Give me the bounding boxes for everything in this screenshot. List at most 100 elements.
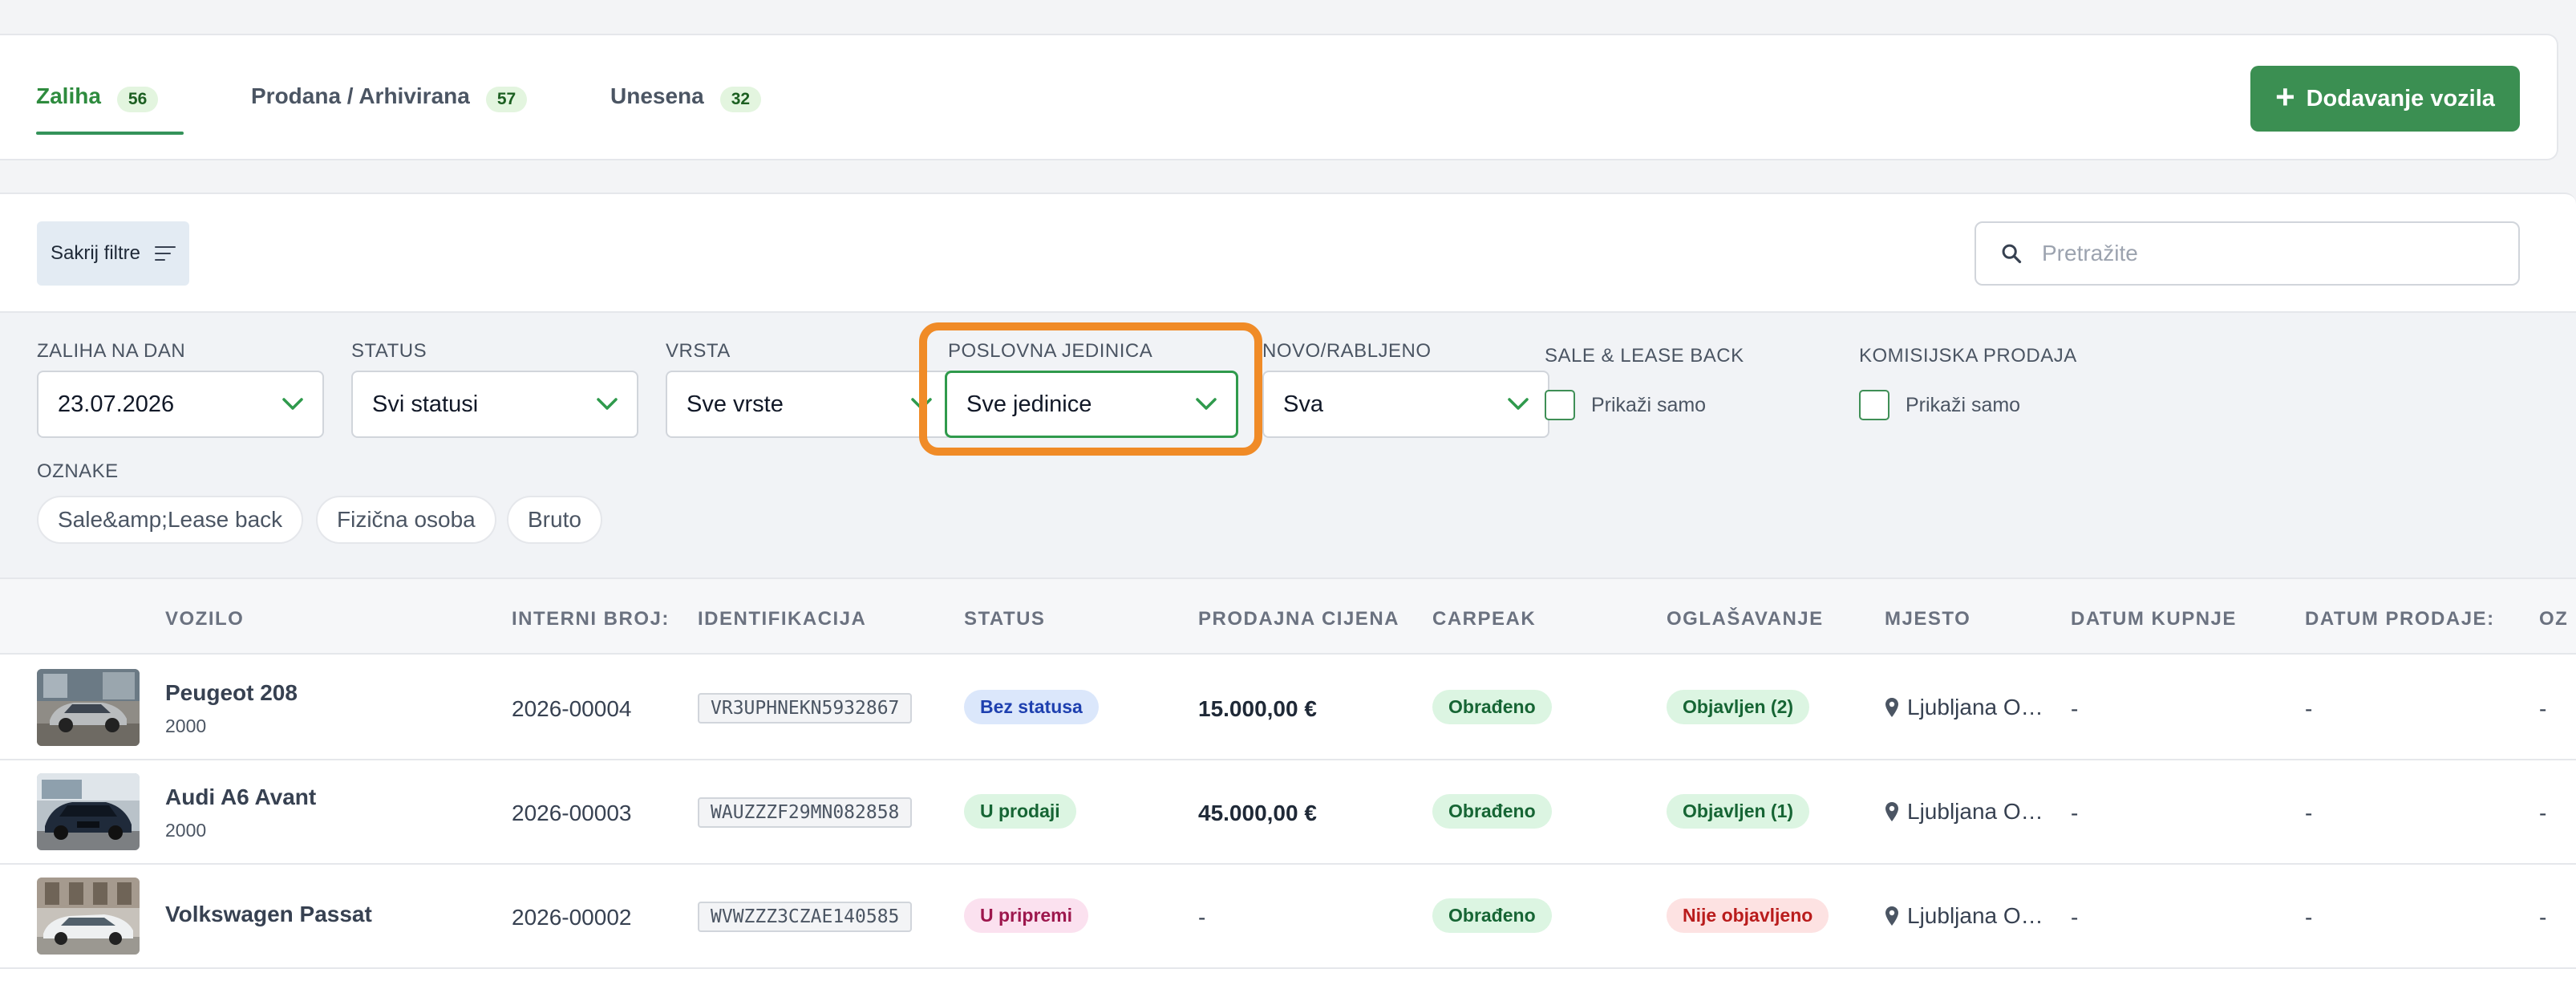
commission-sale-checkbox-label: Prikaži samo <box>1906 393 2021 416</box>
map-pin-icon <box>1885 698 1898 717</box>
chevron-down-icon <box>1508 398 1529 410</box>
vin-code: WAUZZZF29MN082858 <box>698 797 913 828</box>
filter-lines-icon <box>155 246 176 261</box>
tab-label: Zaliha <box>36 83 101 108</box>
stock-date-select[interactable]: 23.07.2026 <box>37 371 324 438</box>
search-box[interactable] <box>1975 221 2520 286</box>
column-header-price[interactable]: PRODAJNA CIJENA <box>1198 608 1399 630</box>
tab-count-badge: 57 <box>485 87 528 112</box>
location-text: Ljubljana O… <box>1907 903 2043 928</box>
status-badge: U prodaji <box>964 794 1076 829</box>
carpeak-badge: Obrađeno <box>1432 690 1552 724</box>
table-row[interactable]: Volkswagen Passat 2026-00002 WVWZZZ3CZAE… <box>0 865 2576 969</box>
column-header-vehicle[interactable]: VOZILO <box>165 608 244 630</box>
hide-filters-button[interactable]: Sakrij filtre <box>37 221 189 286</box>
add-vehicle-button[interactable]: + Dodavanje vozila <box>2250 66 2520 132</box>
tag-chip[interactable]: Sale&amp;Lease back <box>37 496 304 544</box>
column-header-location[interactable]: MJESTO <box>1885 608 1970 630</box>
vehicle-name[interactable]: Peugeot 208 <box>165 680 298 706</box>
stock-date-value: 23.07.2026 <box>58 391 175 417</box>
tab-zaliha[interactable]: Zaliha 56 <box>36 83 184 135</box>
status-badge: Bez statusa <box>964 690 1099 724</box>
advertising-badge: Objavljen (1) <box>1667 794 1810 829</box>
internal-number: 2026-00002 <box>512 905 632 930</box>
commission-sale-checkbox[interactable] <box>1859 390 1889 420</box>
commission-sale-checkbox-row[interactable]: Prikaži samo <box>1859 390 2020 420</box>
type-select[interactable]: Sve vrste <box>666 371 953 438</box>
tag-chip[interactable]: Fizična osoba <box>316 496 496 544</box>
new-used-value: Sva <box>1283 391 1323 417</box>
status-select[interactable]: Svi statusi <box>351 371 638 438</box>
sale-price: 15.000,00 € <box>1198 696 1317 721</box>
new-used-select[interactable]: Sva <box>1262 371 1549 438</box>
filter-label-type: VRSTA <box>666 340 731 362</box>
tab-label: Prodana / Arhivirana <box>251 83 470 108</box>
purchase-date: - <box>2071 801 2079 825</box>
inventory-card: Sakrij filtre ZALIHA NA DAN 23.07.2026 S… <box>0 193 2576 985</box>
tabs-card: Zaliha 56 Prodana / Arhivirana 57 Unesen… <box>0 34 2558 160</box>
sale-lease-back-checkbox[interactable] <box>1545 390 1575 420</box>
vehicle-year: 2000 <box>165 820 207 841</box>
tab-unesena[interactable]: Unesena 32 <box>610 83 762 135</box>
vehicle-thumbnail <box>37 669 140 746</box>
sale-date: - <box>2305 696 2313 721</box>
table-header-row: VOZILO INTERNI BROJ: IDENTIFIKACIJA STAT… <box>0 579 2576 655</box>
map-pin-icon <box>1885 802 1898 821</box>
sale-date: - <box>2305 905 2313 930</box>
status-badge: U pripremi <box>964 898 1089 933</box>
location-cell: Ljubljana O… <box>1885 695 2043 720</box>
hide-filters-label: Sakrij filtre <box>50 242 141 264</box>
tag-chip[interactable]: Bruto <box>507 496 602 544</box>
filter-panel: ZALIHA NA DAN 23.07.2026 STATUS Svi stat… <box>0 311 2576 579</box>
business-unit-value: Sve jedinice <box>966 391 1092 417</box>
table-row[interactable]: Peugeot 208 2000 2026-00004 VR3UPHNEKN59… <box>0 656 2576 760</box>
vin-code: VR3UPHNEKN5932867 <box>698 693 913 724</box>
tab-label: Unesena <box>610 83 704 108</box>
column-header-purchase-date[interactable]: DATUM KUPNJE <box>2071 608 2237 630</box>
column-header-advertising[interactable]: OGLAŠAVANJE <box>1667 608 1824 630</box>
search-icon <box>2002 244 2022 264</box>
filter-label-tags: OZNAKE <box>37 460 119 482</box>
search-input[interactable] <box>2042 241 2491 266</box>
plus-icon: + <box>2275 78 2295 116</box>
vehicle-thumbnail <box>37 773 140 850</box>
sale-price: 45.000,00 € <box>1198 801 1317 825</box>
column-header-status[interactable]: STATUS <box>964 608 1045 630</box>
column-header-cut-off[interactable]: OZ <box>2539 608 2568 630</box>
vin-code: WVWZZZ3CZAE140585 <box>698 902 913 932</box>
advertising-badge: Nije objavljeno <box>1667 898 1829 933</box>
chevron-down-icon <box>1196 398 1217 410</box>
cut-off-cell: - <box>2539 696 2547 721</box>
vehicle-thumbnail <box>37 878 140 955</box>
map-pin-icon <box>1885 906 1898 926</box>
table-row[interactable]: Audi A6 Avant 2000 2026-00003 WAUZZZF29M… <box>0 760 2576 865</box>
location-cell: Ljubljana O… <box>1885 799 2043 825</box>
sale-date: - <box>2305 801 2313 825</box>
location-text: Ljubljana O… <box>1907 695 2043 719</box>
sale-price: - <box>1198 905 1206 930</box>
vehicle-name[interactable]: Volkswagen Passat <box>165 902 372 927</box>
column-header-internal-number[interactable]: INTERNI BROJ: <box>512 608 670 630</box>
tab-count-badge: 32 <box>719 87 762 112</box>
filter-label-new-used: NOVO/RABLJENO <box>1262 340 1432 362</box>
column-header-carpeak[interactable]: CARPEAK <box>1432 608 1536 630</box>
vehicle-name[interactable]: Audi A6 Avant <box>165 784 316 810</box>
filter-label-status: STATUS <box>351 340 427 362</box>
filter-label-stock-date: ZALIHA NA DAN <box>37 340 186 362</box>
purchase-date: - <box>2071 905 2079 930</box>
chevron-down-icon <box>911 398 932 410</box>
location-cell: Ljubljana O… <box>1885 903 2043 929</box>
vehicle-year: 2000 <box>165 715 207 736</box>
cut-off-cell: - <box>2539 801 2547 825</box>
internal-number: 2026-00003 <box>512 801 632 825</box>
column-header-sale-date[interactable]: DATUM PRODAJE: <box>2305 608 2495 630</box>
advertising-badge: Objavljen (2) <box>1667 690 1810 724</box>
filter-label-business-unit: POSLOVNA JEDINICA <box>948 340 1153 362</box>
column-header-identification[interactable]: IDENTIFIKACIJA <box>698 608 866 630</box>
cut-off-cell: - <box>2539 905 2547 930</box>
tab-prodana-arhivirana[interactable]: Prodana / Arhivirana 57 <box>251 83 528 135</box>
carpeak-badge: Obrađeno <box>1432 898 1552 933</box>
business-unit-select[interactable]: Sve jedinice <box>945 371 1238 438</box>
sale-lease-back-checkbox-row[interactable]: Prikaži samo <box>1545 390 1706 420</box>
sale-lease-back-checkbox-label: Prikaži samo <box>1591 393 1707 416</box>
